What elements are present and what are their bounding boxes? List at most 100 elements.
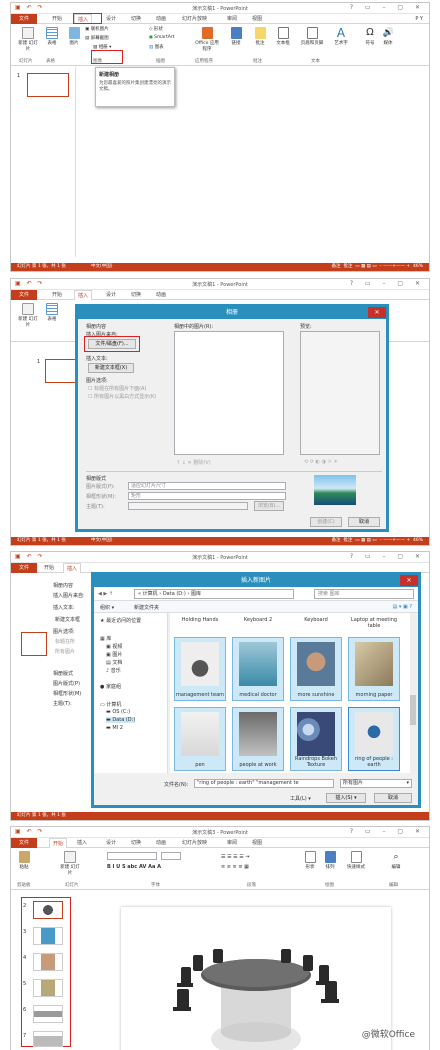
cancel-button[interactable]: 取消: [348, 517, 380, 527]
font-format-icons[interactable]: B I U S abc AV Aa A: [107, 864, 161, 870]
notes-button[interactable]: 备注: [332, 264, 341, 269]
tab-review[interactable]: 审阅: [224, 14, 240, 24]
close-icon[interactable]: ✕: [400, 575, 418, 586]
photo-tile[interactable]: Raindrops Bokeh Texture: [290, 707, 342, 771]
comments-button[interactable]: 批注: [343, 264, 352, 269]
photo-tile[interactable]: people at work: [232, 707, 284, 771]
window-controls-icon[interactable]: ? ▭ – ▢ ✕: [350, 280, 425, 287]
search-input[interactable]: 搜索 图库: [314, 589, 414, 599]
user-name[interactable]: P Y: [415, 14, 423, 24]
chart-button[interactable]: ▥ 图表: [149, 44, 164, 50]
tab-home[interactable]: 开始: [49, 290, 65, 300]
font-size-select[interactable]: [161, 852, 181, 860]
tab-animations[interactable]: 动画: [153, 290, 169, 300]
col-head-3[interactable]: Keyboard: [290, 617, 342, 623]
nav-recent[interactable]: ★ 最近访问的位置: [100, 617, 141, 624]
tab-review[interactable]: 审阅: [224, 838, 240, 848]
tab-animations[interactable]: 动画: [153, 838, 169, 848]
tab-transitions[interactable]: 切换: [128, 838, 144, 848]
col-head-2[interactable]: Keyboard 2: [232, 617, 284, 623]
tab-design[interactable]: 设计: [103, 290, 119, 300]
nav-library[interactable]: ▦ 库: [100, 635, 111, 642]
quick-styles-button[interactable]: 快速样式: [343, 851, 369, 870]
scrollbar-thumb[interactable]: [410, 695, 416, 725]
new-folder-button[interactable]: 新建文件夹: [134, 604, 159, 611]
insert-button[interactable]: 插入(S) ▾: [326, 793, 366, 803]
zoom-level[interactable]: 46%: [413, 538, 423, 543]
tab-view[interactable]: 视图: [249, 14, 265, 24]
breadcrumb[interactable]: « 计算机 › Data (D:) › 图库: [134, 589, 294, 599]
media-button[interactable]: 🔊 媒体: [381, 27, 395, 46]
nav-documents[interactable]: ▤ 文档: [106, 659, 122, 666]
zoom-level[interactable]: 46%: [413, 264, 423, 269]
tab-transitions[interactable]: 切换: [128, 290, 144, 300]
tab-file[interactable]: 文件: [11, 838, 38, 848]
nav-pictures[interactable]: ▣ 图片: [106, 651, 122, 658]
textbox-button[interactable]: 文本框: [273, 27, 293, 46]
tab-insert[interactable]: 插入: [74, 290, 93, 300]
tab-file[interactable]: 文件: [11, 290, 38, 300]
nav-videos[interactable]: ▣ 视频: [106, 643, 122, 650]
status-language[interactable]: 中文(中国): [91, 263, 113, 271]
slide-thumbnail[interactable]: [33, 979, 63, 997]
tab-home[interactable]: 开始: [49, 14, 65, 24]
close-icon[interactable]: ✕: [368, 307, 386, 318]
screenshot-button[interactable]: ▤ 屏幕截图: [85, 35, 109, 41]
reorder-buttons[interactable]: ↑ ↓ ✕ 删除(V): [176, 459, 211, 466]
slide-thumbnail[interactable]: [33, 901, 63, 919]
tab-home[interactable]: 开始: [41, 563, 57, 573]
shapes-button[interactable]: 形状: [303, 851, 317, 870]
remove-button[interactable]: 删除(V): [193, 460, 210, 466]
font-select[interactable]: [107, 852, 157, 860]
comments-button[interactable]: 批注: [343, 538, 352, 543]
tab-slideshow[interactable]: 幻灯片放映: [179, 838, 210, 848]
tab-transitions[interactable]: 切换: [128, 14, 144, 24]
new-slide-button[interactable]: 新建 幻灯片: [17, 27, 39, 52]
new-slide-button[interactable]: 新建 幻灯片: [59, 851, 81, 876]
tab-insert[interactable]: 插入: [74, 838, 90, 848]
table-button[interactable]: 表格: [44, 303, 60, 322]
table-button[interactable]: 表格: [44, 27, 60, 46]
edit-button[interactable]: ⌕ 编辑: [389, 851, 403, 870]
symbol-button[interactable]: Ω 符号: [363, 27, 377, 46]
window-controls-icon[interactable]: ? ▭ – ▢ ✕: [350, 828, 425, 835]
nav-drive-c[interactable]: ▬ OS (C:): [106, 709, 130, 715]
comment-button[interactable]: 批注: [253, 27, 267, 46]
scrollbar[interactable]: [410, 615, 416, 771]
office-apps-button[interactable]: Office 应用程序: [193, 27, 221, 52]
photo-tile[interactable]: management team: [174, 637, 226, 701]
photo-tile[interactable]: more sunshine: [290, 637, 342, 701]
online-image-button[interactable]: ▣ 联机图片: [85, 26, 109, 32]
tab-insert[interactable]: 插入: [63, 563, 82, 573]
theme-field[interactable]: [128, 502, 248, 510]
slide-thumbnail[interactable]: [21, 632, 47, 656]
tools-button[interactable]: 工具(L) ▾: [290, 795, 311, 802]
nav-arrows-icon[interactable]: ◀ ▶ ↑: [98, 591, 113, 597]
photo-tile[interactable]: morning paper: [348, 637, 400, 701]
align-icons[interactable]: ≡ ≡ ≡ ≡ ▦: [221, 864, 249, 870]
captions-checkbox[interactable]: ☐ 标题在所有图片下面(A): [88, 385, 146, 392]
cancel-button[interactable]: 取消: [374, 793, 412, 803]
photo-tile[interactable]: pen: [174, 707, 226, 771]
nav-music[interactable]: ♪ 音乐: [106, 667, 121, 674]
pic-layout-select[interactable]: 适应幻灯片尺寸: [128, 482, 286, 490]
tab-home[interactable]: 开始: [49, 838, 68, 848]
nav-computer[interactable]: ▭ 计算机: [100, 701, 121, 708]
new-slide-button[interactable]: 新建 幻灯片: [17, 303, 39, 328]
tab-design[interactable]: 设计: [103, 14, 119, 24]
col-head-1[interactable]: Holding Hands: [174, 617, 226, 623]
status-language[interactable]: 中文(中国): [91, 537, 113, 545]
paste-button[interactable]: 粘贴: [17, 851, 31, 870]
pics-in-album-list[interactable]: [174, 331, 284, 455]
photo-tile[interactable]: ring of people : earth: [348, 707, 400, 771]
frame-select[interactable]: 矩形: [128, 492, 286, 500]
image-button[interactable]: 图片: [67, 27, 81, 46]
view-options-icon[interactable]: ▤ ▾ ▣ ?: [393, 604, 412, 610]
link-button[interactable]: 链接: [229, 27, 243, 46]
filename-input[interactable]: "ring of people : earth" "management te: [194, 779, 334, 788]
tab-view[interactable]: 视图: [249, 838, 265, 848]
arrange-button[interactable]: 排列: [323, 851, 337, 870]
notes-button[interactable]: 备注: [332, 538, 341, 543]
organize-button[interactable]: 组织 ▾: [100, 604, 114, 611]
header-footer-button[interactable]: 页眉和页脚: [296, 27, 328, 46]
